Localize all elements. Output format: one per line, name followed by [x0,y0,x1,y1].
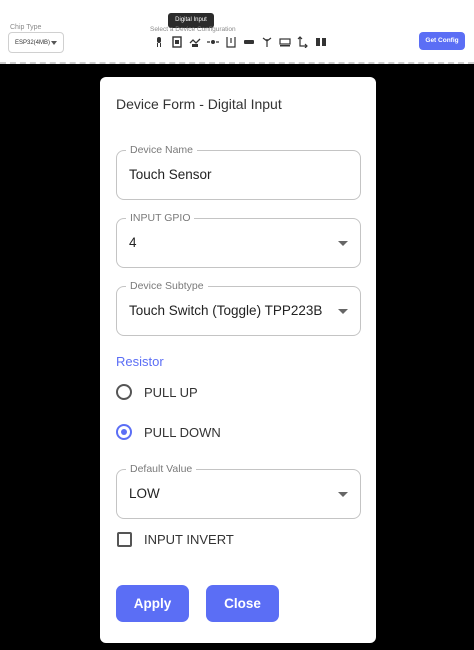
resistor-label: Resistor [116,354,164,369]
device-subtype-value: Touch Switch (Toggle) TPP223B [129,303,323,318]
chevron-down-icon [51,41,57,45]
device-subtype-label: Device Subtype [126,280,208,292]
select-config-label: Select a Device Configuration [150,26,236,33]
get-config-button[interactable]: Get Config [419,32,465,50]
dimmer-icon[interactable] [206,35,220,49]
input-gpio-select[interactable]: INPUT GPIO 4 [116,212,361,268]
antenna-icon[interactable] [260,35,274,49]
display-icon[interactable] [278,35,292,49]
chip-type-value: ESP32(4MB) [15,40,51,46]
chip-type-label: Chip Type [10,24,42,31]
motor-icon[interactable] [314,35,328,49]
checkbox-unchecked-icon [117,532,132,547]
apply-button[interactable]: Apply [116,585,189,622]
chevron-down-icon [338,309,348,314]
device-name-value: Touch Sensor [129,167,212,182]
digital-input-icon[interactable] [170,35,184,49]
device-form-dialog: Device Form - Digital Input Device Name … [100,77,376,643]
default-value-label: Default Value [126,463,197,475]
default-value-value: LOW [129,486,160,501]
device-subtype-select[interactable]: Device Subtype Touch Switch (Toggle) TPP… [116,280,361,336]
radio-unchecked-icon [116,384,132,400]
input-invert-checkbox[interactable]: INPUT INVERT [117,532,234,547]
dialog-title: Device Form - Digital Input [116,96,282,112]
pull-down-radio[interactable]: PULL DOWN [116,424,221,440]
device-name-label: Device Name [126,144,198,156]
device-icon-row [152,35,328,49]
pull-down-label: PULL DOWN [144,424,221,440]
pull-up-radio[interactable]: PULL UP [116,384,198,400]
relay-icon[interactable] [188,35,202,49]
radio-checked-icon [116,424,132,440]
chip-type-select[interactable]: ESP32(4MB) [8,32,64,53]
default-value-select[interactable]: Default Value LOW [116,463,361,519]
pull-up-label: PULL UP [144,384,198,400]
close-button[interactable]: Close [206,585,279,622]
chevron-down-icon [338,241,348,246]
device-name-field[interactable]: Device Name Touch Sensor [116,144,361,200]
input-gpio-value: 4 [129,235,137,250]
top-toolbar: Chip Type ESP32(4MB) Digital Input Selec… [0,0,474,64]
sensor-icon[interactable] [242,35,256,49]
chevron-down-icon [338,492,348,497]
pwm-icon[interactable] [296,35,310,49]
input-invert-label: INPUT INVERT [144,532,234,547]
input-gpio-label: INPUT GPIO [126,212,195,224]
switch-icon[interactable] [224,35,238,49]
led-icon[interactable] [152,35,166,49]
